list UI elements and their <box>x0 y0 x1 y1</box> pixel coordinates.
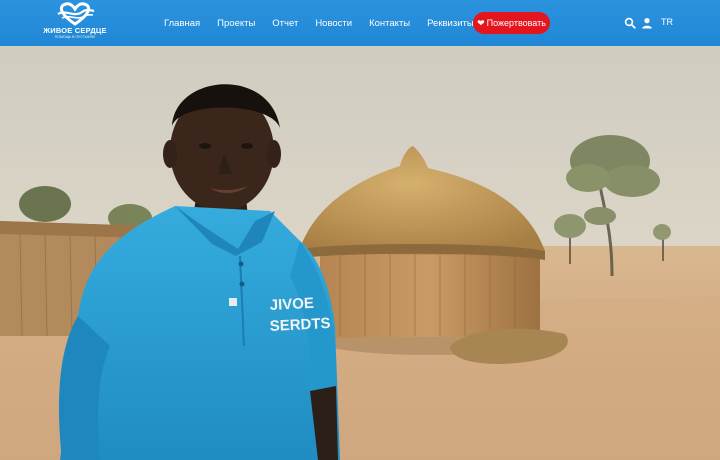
hero-scene: JIVOE SERDTS <box>0 46 720 460</box>
search-icon[interactable] <box>624 17 636 29</box>
logo-name: ЖИВОЕ СЕРДЦЕ <box>43 26 107 35</box>
donate-button-label: Пожертвовать <box>486 18 546 28</box>
site-logo[interactable]: ЖИВОЕ СЕРДЦЕ ПОМОЩЬ В ПУСТЫНЯХ <box>40 2 110 44</box>
shirt-logo-icon <box>229 298 237 306</box>
nav-item-report[interactable]: Отчет <box>272 18 298 29</box>
logo-tagline: ПОМОЩЬ В ПУСТЫНЯХ <box>54 35 96 39</box>
language-switcher[interactable]: TR <box>661 17 673 27</box>
donate-button[interactable]: ❤ Пожертвовать <box>473 12 550 34</box>
top-navigation-bar: ЖИВОЕ СЕРДЦЕ ПОМОЩЬ В ПУСТЫНЯХ Главная П… <box>0 0 720 46</box>
main-menu: Главная Проекты Отчет Новости Контакты Р… <box>164 0 491 46</box>
nav-item-contacts[interactable]: Контакты <box>369 18 410 29</box>
user-icon[interactable] <box>641 17 653 29</box>
shirt-text-line2: SERDTS <box>269 315 331 335</box>
hero-photo: JIVOE SERDTS <box>0 46 720 460</box>
nav-item-requisites[interactable]: Реквизиты <box>427 18 474 29</box>
nav-item-projects[interactable]: Проекты <box>217 18 255 29</box>
heart-waves-logo-icon <box>57 2 95 26</box>
shirt-text-line1: JIVOE <box>269 295 314 314</box>
nav-item-news[interactable]: Новости <box>315 18 352 29</box>
heart-icon: ❤ <box>477 17 485 28</box>
nav-item-home[interactable]: Главная <box>164 18 200 29</box>
